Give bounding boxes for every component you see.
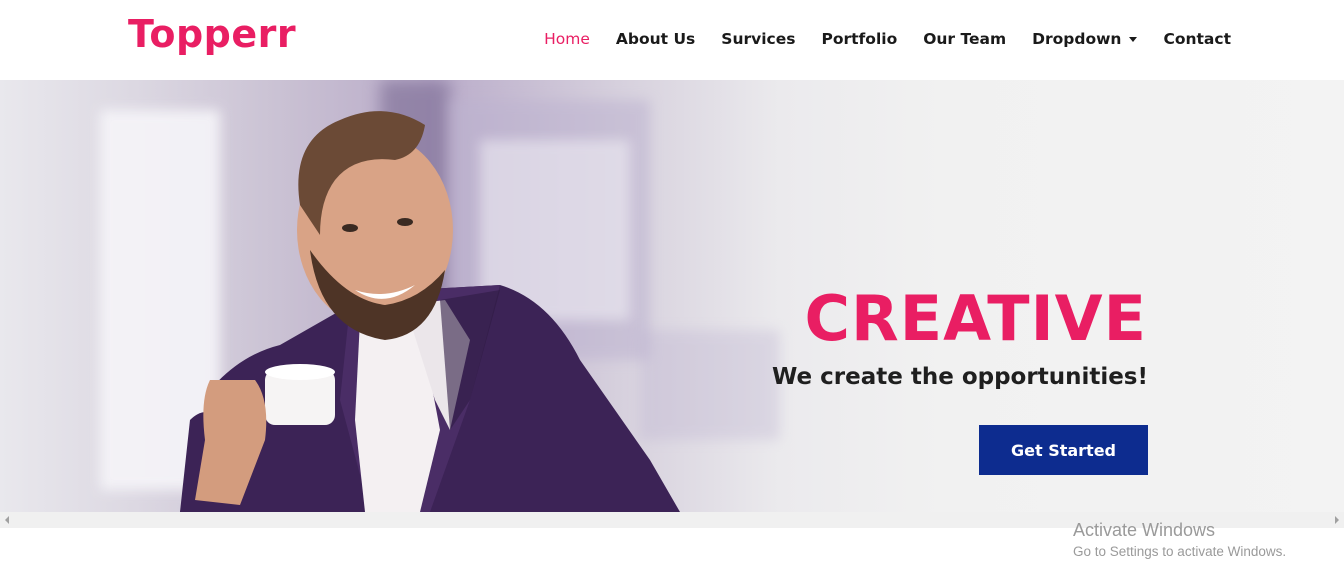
get-started-button[interactable]: Get Started — [979, 425, 1148, 475]
scroll-left-icon[interactable] — [5, 516, 9, 524]
hero-title: CREATIVE — [804, 282, 1147, 355]
nav-item-home[interactable]: Home — [544, 30, 590, 48]
nav-item-dropdown[interactable]: Dropdown — [1032, 30, 1138, 48]
nav-item-contact[interactable]: Contact — [1163, 30, 1231, 48]
nav-item-about-us[interactable]: About Us — [616, 30, 695, 48]
scroll-right-icon[interactable] — [1335, 516, 1339, 524]
main-nav: Home About Us Survices Portfolio Our Tea… — [544, 30, 1231, 48]
activate-windows-watermark: Activate Windows Go to Settings to activ… — [1073, 520, 1286, 559]
nav-item-dropdown-label: Dropdown — [1032, 30, 1122, 48]
hero-person-image — [180, 111, 680, 512]
hero-subtitle: We create the opportunities! — [772, 364, 1148, 390]
nav-item-our-team[interactable]: Our Team — [923, 30, 1006, 48]
activate-windows-subtitle: Go to Settings to activate Windows. — [1073, 544, 1287, 559]
brand-logo[interactable]: Topperr — [128, 12, 296, 56]
nav-item-portfolio[interactable]: Portfolio — [821, 30, 897, 48]
caret-down-icon — [1129, 36, 1138, 42]
activate-windows-title: Activate Windows — [1073, 520, 1216, 540]
nav-item-services[interactable]: Survices — [721, 30, 795, 48]
site-header: Topperr Home About Us Survices Portfolio… — [0, 0, 1344, 80]
hero-banner: CREATIVE We create the opportunities! Ge… — [0, 80, 1344, 512]
